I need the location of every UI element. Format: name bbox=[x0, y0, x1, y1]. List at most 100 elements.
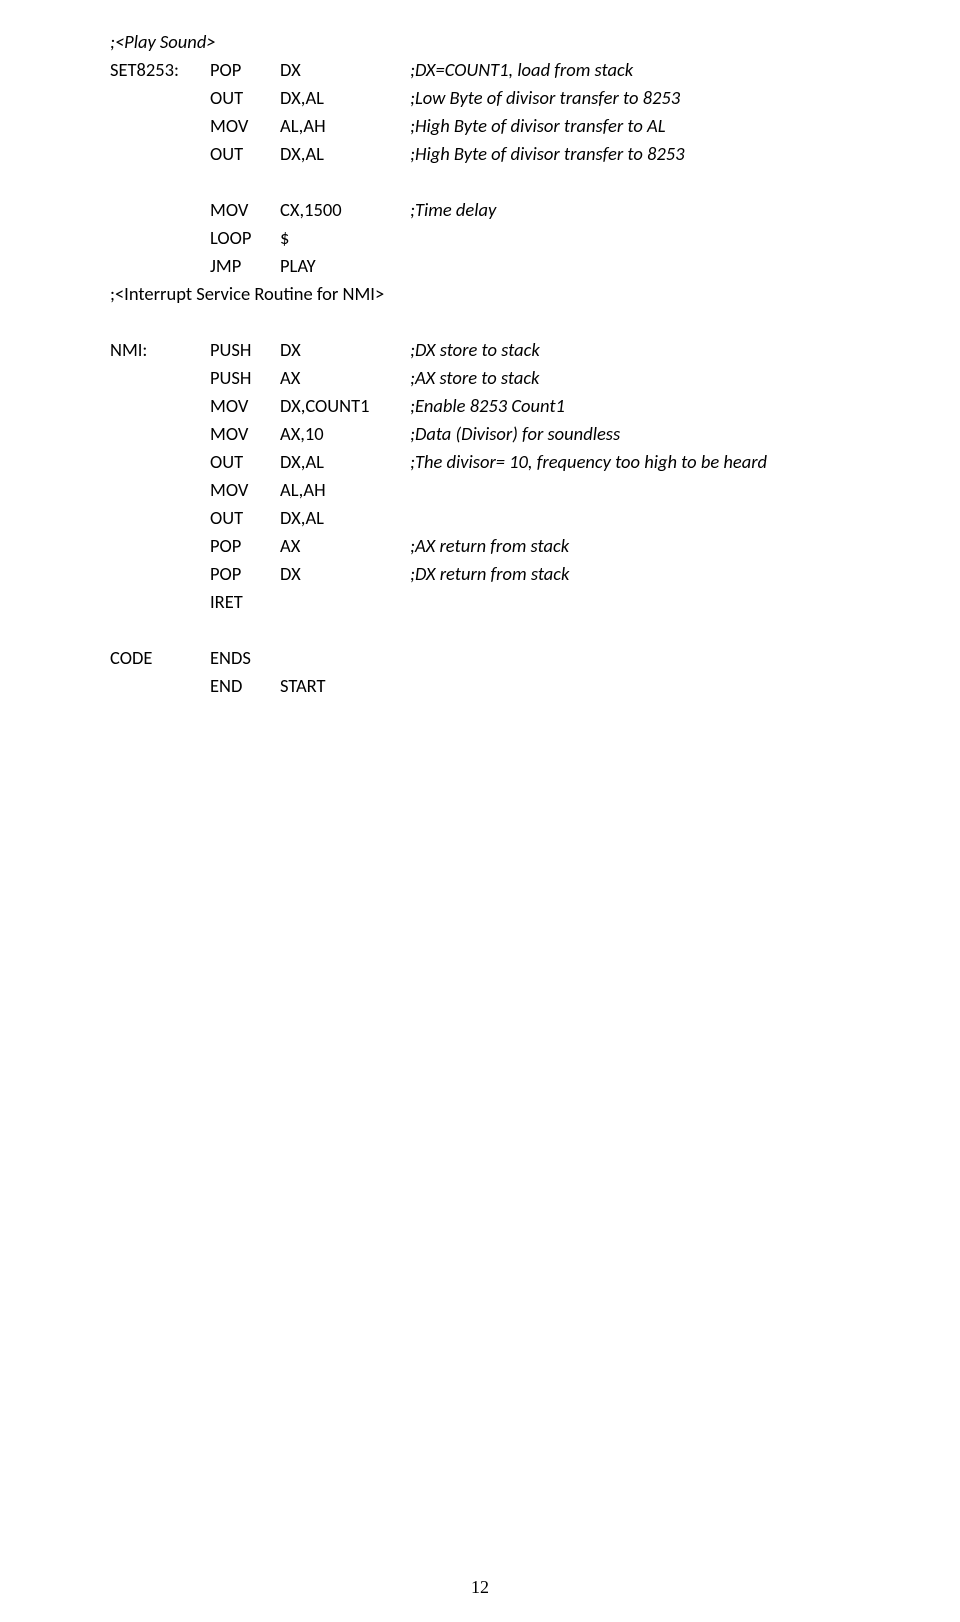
comment: ;Data (Divisor) for soundless bbox=[410, 420, 860, 448]
arg: AL,AH bbox=[280, 476, 410, 504]
comment bbox=[410, 252, 860, 280]
code-line: IRET bbox=[110, 588, 860, 616]
comment bbox=[410, 476, 860, 504]
code-line: NMI: PUSH DX ;DX store to stack bbox=[110, 336, 860, 364]
label: NMI: bbox=[110, 336, 210, 364]
arg bbox=[280, 588, 410, 616]
code-line: MOV CX,1500 ;Time delay bbox=[110, 196, 860, 224]
op: MOV bbox=[210, 420, 280, 448]
arg bbox=[280, 644, 410, 672]
arg: DX,AL bbox=[280, 140, 410, 168]
op: POP bbox=[210, 560, 280, 588]
label bbox=[110, 560, 210, 588]
comment bbox=[410, 588, 860, 616]
arg: DX bbox=[280, 56, 410, 84]
op: OUT bbox=[210, 140, 280, 168]
label bbox=[110, 196, 210, 224]
label bbox=[110, 504, 210, 532]
label bbox=[110, 420, 210, 448]
text: ;<Interrupt Service Routine for NMI> bbox=[110, 280, 384, 308]
label bbox=[110, 84, 210, 112]
arg: DX bbox=[280, 336, 410, 364]
code-line: LOOP $ bbox=[110, 224, 860, 252]
op: MOV bbox=[210, 196, 280, 224]
page: ;<Play Sound> SET8253: POP DX ;DX=COUNT1… bbox=[0, 0, 960, 1622]
label bbox=[110, 672, 210, 700]
comment: ;DX return from stack bbox=[410, 560, 860, 588]
label bbox=[110, 364, 210, 392]
op: ENDS bbox=[210, 644, 280, 672]
arg: CX,1500 bbox=[280, 196, 410, 224]
code-line: OUT DX,AL ;High Byte of divisor transfer… bbox=[110, 140, 860, 168]
comment bbox=[410, 504, 860, 532]
comment: ;High Byte of divisor transfer to AL bbox=[410, 112, 860, 140]
op: MOV bbox=[210, 392, 280, 420]
code-line: POP AX ;AX return from stack bbox=[110, 532, 860, 560]
comment: ;Low Byte of divisor transfer to 8253 bbox=[410, 84, 860, 112]
code-line: CODE ENDS bbox=[110, 644, 860, 672]
op: LOOP bbox=[210, 224, 280, 252]
label bbox=[110, 392, 210, 420]
section-header-play-sound: ;<Play Sound> bbox=[110, 28, 860, 56]
code-line: END START bbox=[110, 672, 860, 700]
code-line: POP DX ;DX return from stack bbox=[110, 560, 860, 588]
arg: DX bbox=[280, 560, 410, 588]
op: PUSH bbox=[210, 364, 280, 392]
arg: DX,AL bbox=[280, 84, 410, 112]
arg: $ bbox=[280, 224, 410, 252]
comment: ;DX store to stack bbox=[410, 336, 860, 364]
label bbox=[110, 476, 210, 504]
section-header-interrupt: ;<Interrupt Service Routine for NMI> bbox=[110, 280, 860, 308]
label bbox=[110, 112, 210, 140]
code-line: OUT DX,AL ;The divisor= 10, frequency to… bbox=[110, 448, 860, 476]
comment: ;AX return from stack bbox=[410, 532, 860, 560]
op: MOV bbox=[210, 112, 280, 140]
arg: PLAY bbox=[280, 252, 410, 280]
code-line: MOV AX,10 ;Data (Divisor) for soundless bbox=[110, 420, 860, 448]
comment bbox=[410, 644, 860, 672]
comment bbox=[410, 224, 860, 252]
arg: AL,AH bbox=[280, 112, 410, 140]
label bbox=[110, 532, 210, 560]
code-line: PUSH AX ;AX store to stack bbox=[110, 364, 860, 392]
label bbox=[110, 448, 210, 476]
code-line: OUT DX,AL bbox=[110, 504, 860, 532]
arg: AX,10 bbox=[280, 420, 410, 448]
code-line: MOV AL,AH bbox=[110, 476, 860, 504]
comment: ;Time delay bbox=[410, 196, 860, 224]
comment: ;DX=COUNT1, load from stack bbox=[410, 56, 860, 84]
arg: AX bbox=[280, 532, 410, 560]
arg: AX bbox=[280, 364, 410, 392]
arg: DX,COUNT1 bbox=[280, 392, 410, 420]
code-line: MOV DX,COUNT1 ;Enable 8253 Count1 bbox=[110, 392, 860, 420]
arg: START bbox=[280, 672, 410, 700]
op: OUT bbox=[210, 84, 280, 112]
op: MOV bbox=[210, 476, 280, 504]
code-line: JMP PLAY bbox=[110, 252, 860, 280]
arg: DX,AL bbox=[280, 504, 410, 532]
op: END bbox=[210, 672, 280, 700]
page-number: 12 bbox=[0, 1577, 960, 1598]
code-line: SET8253: POP DX ;DX=COUNT1, load from st… bbox=[110, 56, 860, 84]
op: OUT bbox=[210, 504, 280, 532]
label bbox=[110, 224, 210, 252]
op: OUT bbox=[210, 448, 280, 476]
op: IRET bbox=[210, 588, 280, 616]
comment: ;High Byte of divisor transfer to 8253 bbox=[410, 140, 860, 168]
label: CODE bbox=[110, 644, 210, 672]
label bbox=[110, 140, 210, 168]
arg: DX,AL bbox=[280, 448, 410, 476]
comment: ;Enable 8253 Count1 bbox=[410, 392, 860, 420]
op: JMP bbox=[210, 252, 280, 280]
comment bbox=[410, 672, 860, 700]
code-line: MOV AL,AH ;High Byte of divisor transfer… bbox=[110, 112, 860, 140]
code-line: OUT DX,AL ;Low Byte of divisor transfer … bbox=[110, 84, 860, 112]
label bbox=[110, 588, 210, 616]
label: SET8253: bbox=[110, 56, 210, 84]
comment: ;The divisor= 10, frequency too high to … bbox=[410, 448, 860, 476]
label bbox=[110, 252, 210, 280]
text: ;<Play Sound> bbox=[110, 28, 216, 56]
op: PUSH bbox=[210, 336, 280, 364]
op: POP bbox=[210, 56, 280, 84]
comment: ;AX store to stack bbox=[410, 364, 860, 392]
